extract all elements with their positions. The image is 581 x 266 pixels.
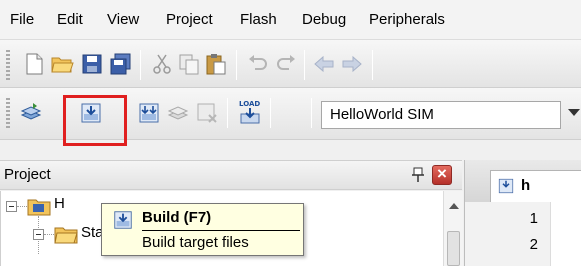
tooltip-title: Build (F7) bbox=[142, 209, 212, 226]
load-icon-text: LOAD bbox=[239, 100, 261, 108]
redo-icon[interactable] bbox=[274, 52, 298, 76]
tree-collapse-toggle[interactable] bbox=[6, 201, 17, 212]
tree-item-label[interactable]: H bbox=[54, 195, 65, 212]
file-toolbar bbox=[0, 40, 581, 88]
batch-build-icon[interactable] bbox=[166, 101, 190, 125]
menu-flash[interactable]: Flash bbox=[240, 11, 277, 28]
close-icon[interactable] bbox=[432, 164, 452, 185]
panel-title: Project bbox=[4, 166, 51, 183]
copy-icon[interactable] bbox=[177, 52, 201, 76]
line-number: 2 bbox=[529, 236, 538, 253]
line-number: 1 bbox=[529, 210, 538, 227]
toolbar-separator bbox=[304, 50, 305, 80]
build-icon bbox=[114, 211, 132, 229]
toolbar-separator bbox=[236, 50, 237, 80]
toolbar-separator bbox=[311, 98, 312, 128]
build-button-highlight bbox=[63, 95, 127, 146]
toolbar-separator bbox=[270, 98, 271, 128]
cut-icon[interactable] bbox=[150, 52, 174, 76]
target-select[interactable]: HelloWorld SIM bbox=[321, 101, 561, 129]
tooltip-divider bbox=[142, 230, 300, 231]
tooltip-description: Build target files bbox=[142, 234, 249, 251]
menu-edit[interactable]: Edit bbox=[57, 11, 83, 28]
menu-peripherals[interactable]: Peripherals bbox=[369, 11, 445, 28]
toolbar-grip[interactable] bbox=[6, 98, 10, 128]
tree-line bbox=[44, 234, 54, 235]
editor-tab[interactable]: h bbox=[490, 170, 581, 202]
pin-icon[interactable] bbox=[411, 167, 425, 183]
menu-bar: File Edit View Project Flash Debug Perip… bbox=[0, 0, 581, 40]
source-file-icon bbox=[498, 178, 514, 194]
chevron-down-icon[interactable] bbox=[568, 109, 580, 116]
scroll-up-arrow-icon[interactable] bbox=[449, 203, 459, 209]
build-tooltip: Build (F7) Build target files bbox=[101, 203, 304, 256]
toolbar-separator bbox=[372, 50, 373, 80]
scrollbar-thumb[interactable] bbox=[447, 231, 460, 266]
project-panel-header: Project bbox=[0, 160, 462, 190]
tree-scrollbar[interactable] bbox=[443, 191, 463, 266]
toolbar-separator bbox=[140, 50, 141, 80]
menu-project[interactable]: Project bbox=[166, 11, 213, 28]
line-number-gutter: 1 2 bbox=[465, 202, 551, 266]
rebuild-icon[interactable] bbox=[137, 101, 161, 125]
new-file-icon[interactable] bbox=[22, 52, 46, 76]
code-editor[interactable]: 1 2 bbox=[464, 202, 581, 266]
menu-file[interactable]: File bbox=[10, 11, 34, 28]
undo-icon[interactable] bbox=[246, 52, 270, 76]
open-folder-icon[interactable] bbox=[50, 52, 74, 76]
toolbar-grip[interactable] bbox=[6, 50, 10, 80]
translate-icon[interactable] bbox=[19, 101, 43, 125]
save-icon[interactable] bbox=[80, 52, 104, 76]
folder-icon bbox=[54, 227, 78, 244]
toolbar-separator bbox=[227, 98, 228, 128]
paste-icon[interactable] bbox=[204, 52, 228, 76]
editor-tab-label: h bbox=[521, 177, 531, 194]
project-folder-icon bbox=[27, 199, 51, 216]
navigate-forward-icon[interactable] bbox=[340, 52, 364, 76]
tree-collapse-toggle[interactable] bbox=[33, 229, 44, 240]
tree-line bbox=[17, 206, 27, 207]
load-icon[interactable]: LOAD bbox=[238, 100, 262, 124]
menu-debug[interactable]: Debug bbox=[302, 11, 346, 28]
stop-build-icon[interactable] bbox=[195, 101, 219, 125]
menu-view[interactable]: View bbox=[107, 11, 139, 28]
save-all-icon[interactable] bbox=[108, 52, 132, 76]
editor-tab-bar: h bbox=[464, 160, 581, 202]
navigate-back-icon[interactable] bbox=[312, 52, 336, 76]
